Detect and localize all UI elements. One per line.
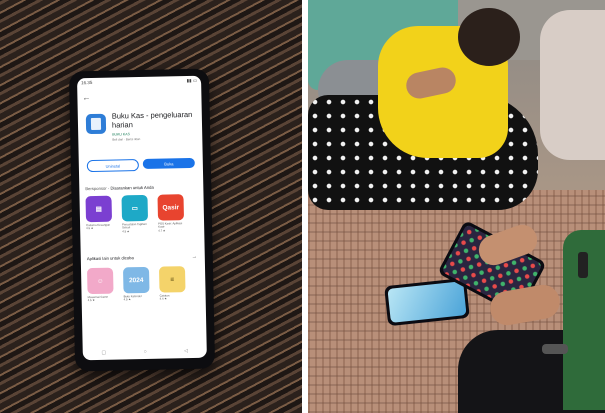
cartoon-icon: ☺ [96,277,104,285]
suggested-app-caption: Carisma Keuangan 4.5 ★ [86,222,111,231]
other-app-caption: Buku Kalender 4.5 ★ [123,294,142,302]
calendar-label: 2024 [128,276,144,284]
arrow-right-icon[interactable]: → [192,254,197,260]
suggested-app-tile-qasir[interactable]: Qasir [157,194,185,221]
child-hair [458,8,520,66]
android-nav-bar: ▢ ○ ◁ [83,348,207,357]
light-veil [540,10,605,160]
sponsored-label: Bersponsor [85,185,107,192]
uninstall-button[interactable]: Uninstal [86,159,139,173]
wrist-band [578,252,588,278]
app-developer[interactable]: BUKU KAS [112,132,130,136]
home-icon[interactable]: ○ [144,349,147,355]
qasir-logo: Qasir [162,203,180,212]
open-button[interactable]: Buka [142,157,195,169]
phone-screen-play-store: 16.35 ▮▮ ▭ ← Buku Kas - pengeluaran hari… [77,75,207,361]
notes-icon: ≡ [170,275,175,283]
wristwatch [542,344,568,354]
status-time: 16.35 [81,80,93,86]
right-photo-people-on-mat [308,0,605,413]
other-app-tile[interactable]: ☺ [86,267,114,295]
book-ledger-icon [85,113,107,135]
other-app-tile[interactable]: 2024 [122,266,150,294]
left-photo-woven-mat: 16.35 ▮▮ ▭ ← Buku Kas - pengeluaran hari… [0,0,302,413]
back-icon[interactable]: ◁ [184,348,188,354]
other-app-tile[interactable]: ≡ [158,266,186,293]
sponsored-section-title: Disarankan untuk Anda [110,184,154,191]
battery-icon: ▮▮ ▭ [186,77,198,83]
suggested-app-tile[interactable]: ▭ [121,194,149,222]
other-app-caption: Catatan 4.4 ★ [159,293,170,301]
recents-icon[interactable]: ▢ [101,350,106,356]
phone-on-mat [384,277,470,327]
smartphone: 16.35 ▮▮ ▭ ← Buku Kas - pengeluaran hari… [68,68,216,372]
suggested-app-caption: Pencatatan Tagihan Sehari 4.5 ★ [122,221,147,234]
back-arrow-icon[interactable]: ← [82,93,90,102]
sponsored-section-header: Bersponsor · Disarankan untuk Anda [85,184,154,192]
status-bar: 16.35 ▮▮ ▭ [77,76,201,88]
other-app-caption: Mewarnai Game 4.5 ★ [87,294,109,303]
app-meta: Beli dari · Berisi iklan [112,137,141,142]
other-apps-section-title: Aplikasi lain untuk dicoba [86,255,134,262]
phone-on-mat-screen [387,281,467,323]
suggested-app-caption: POS Kasir: Aplikasi Kasir 4.7 ★ [158,221,183,233]
shop-icon: ▤ [95,205,102,213]
wallet-icon: ▭ [131,205,138,213]
suggested-app-tile[interactable]: ▤ [85,195,113,223]
app-title: Buku Kas - pengeluaran harian [111,109,193,130]
